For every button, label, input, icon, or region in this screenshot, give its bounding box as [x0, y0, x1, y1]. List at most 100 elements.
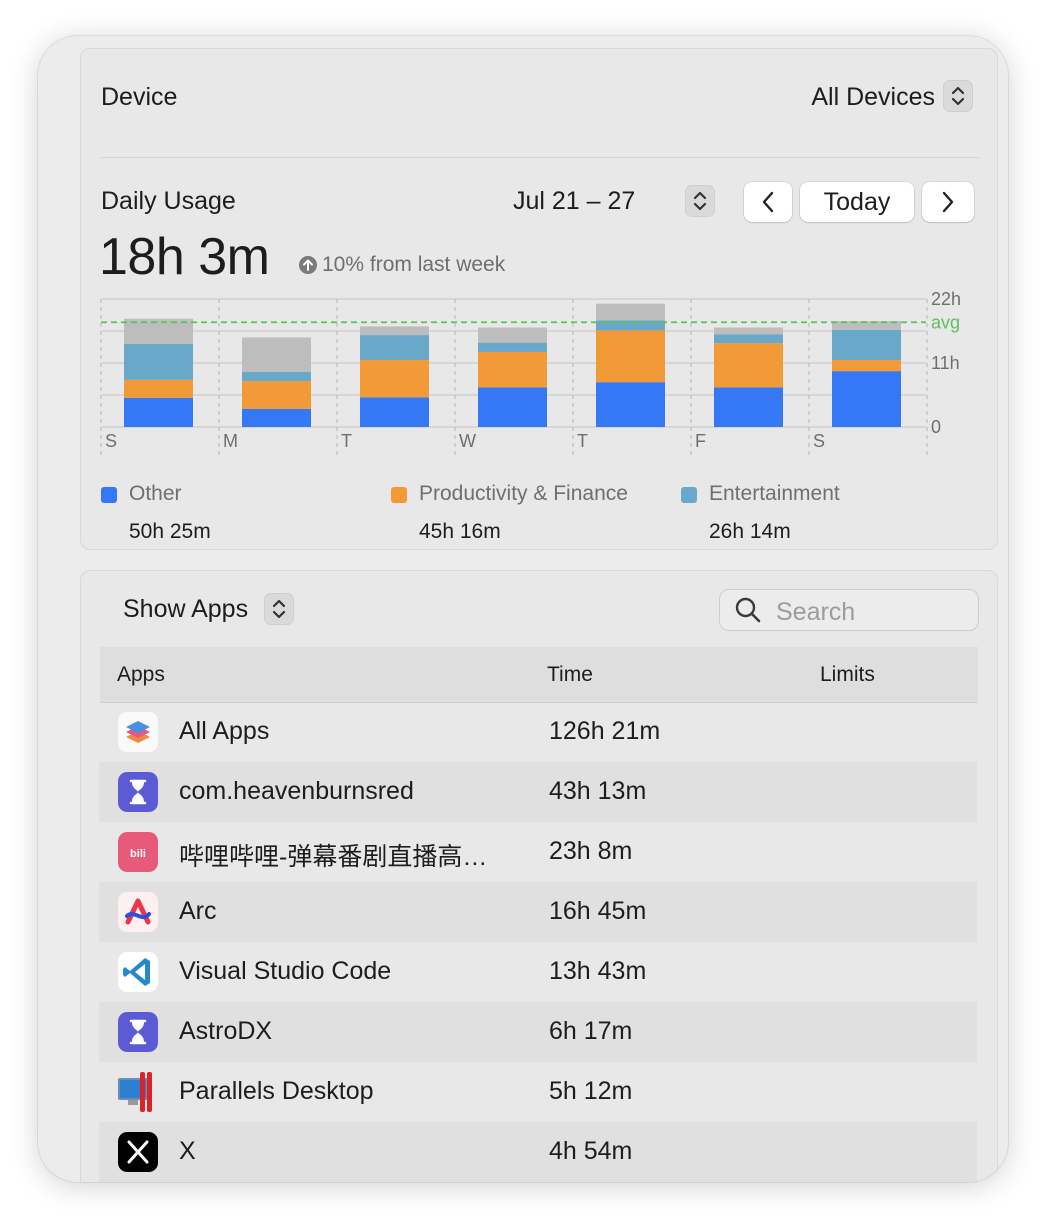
bar-segment [360, 360, 429, 398]
bilibili-icon: bili [118, 832, 158, 872]
bar-segment [478, 351, 547, 388]
table-row[interactable]: X 4h 54m [99, 1122, 977, 1182]
usage-panel: Device All Devices Daily Usage Jul 21 – … [80, 48, 998, 550]
device-divider [101, 157, 979, 158]
app-time: 5h 12m [549, 1077, 633, 1105]
hourglass-icon [118, 1012, 158, 1052]
app-name: Visual Studio Code [179, 957, 392, 985]
legend-label: Productivity & Finance [419, 482, 628, 505]
bar-segment [714, 387, 783, 427]
table-row[interactable]: All Apps 126h 21m [99, 702, 977, 762]
hourglass-icon [118, 772, 158, 812]
device-label: Device [101, 83, 178, 111]
date-range-stepper[interactable] [685, 185, 715, 217]
table-row[interactable]: Visual Studio Code 13h 43m [99, 942, 977, 1002]
bar-segment [714, 334, 783, 344]
x-tick-label: W [459, 431, 476, 451]
date-range-label: Jul 21 – 27 [513, 187, 636, 215]
previous-week-button[interactable] [744, 182, 792, 222]
x-tick-label: S [105, 431, 117, 451]
svg-text:bili: bili [130, 848, 146, 860]
chevron-updown-icon [693, 191, 707, 211]
app-time: 126h 21m [549, 717, 661, 745]
bar-segment [714, 343, 783, 388]
app-name: 哔哩哔哩-弹幕番剧直播高… [179, 843, 488, 871]
device-select-stepper[interactable] [943, 80, 973, 112]
x-tick-label: M [223, 431, 238, 451]
app-time: 16h 45m [549, 897, 647, 925]
table-row[interactable]: Parallels Desktop 5h 12m [99, 1062, 977, 1122]
column-header-apps[interactable]: Apps [117, 663, 165, 687]
chevron-updown-icon [272, 599, 286, 619]
next-week-button[interactable] [922, 182, 974, 222]
app-time: 23h 8m [549, 837, 633, 865]
app-name: Parallels Desktop [179, 1077, 374, 1105]
app-name: Arc [179, 897, 217, 925]
app-name: X [179, 1137, 196, 1165]
app-time: 4h 54m [549, 1137, 633, 1165]
chevron-left-icon [762, 191, 774, 213]
app-name: AstroDX [179, 1017, 273, 1045]
table-row[interactable]: Arc 16h 45m [99, 882, 977, 942]
bar-segment [242, 337, 311, 372]
all-apps-icon [118, 712, 158, 752]
legend-label: Entertainment [709, 482, 840, 505]
app-time: 13h 43m [549, 957, 647, 985]
bar-segment [832, 360, 901, 372]
bar-segment [478, 387, 547, 427]
legend-total: 45h 16m [419, 520, 501, 543]
bar-segment [242, 408, 311, 427]
apps-table-header: Apps Time Limits [100, 647, 978, 702]
table-row[interactable]: com.heavenburnsred 43h 13m [99, 762, 977, 822]
column-header-limits[interactable]: Limits [820, 663, 875, 687]
y-tick-label: 11h [931, 353, 960, 373]
x-tick-label: T [577, 431, 588, 451]
show-apps-stepper[interactable] [264, 593, 294, 625]
arrow-up-circle-icon [299, 256, 317, 274]
search-field[interactable]: Search [719, 589, 979, 631]
bar-segment [360, 326, 429, 336]
chevron-right-icon [942, 191, 954, 213]
app-time: 6h 17m [549, 1017, 633, 1045]
x-tick-label: S [813, 431, 825, 451]
bar-segment [242, 381, 311, 409]
bar-segment [124, 397, 193, 427]
x-tick-label: F [695, 431, 706, 451]
daily-usage-label: Daily Usage [101, 187, 236, 215]
bar-segment [124, 379, 193, 398]
column-header-time[interactable]: Time [547, 663, 593, 687]
bar-segment [478, 327, 547, 343]
y-tick-label: 22h [931, 289, 961, 309]
legend-swatch [101, 487, 117, 503]
bar-segment [478, 342, 547, 352]
today-button[interactable]: Today [800, 182, 914, 222]
legend-swatch [681, 487, 697, 503]
app-name: com.heavenburnsred [179, 777, 414, 805]
total-usage-value: 18h 3m [99, 228, 270, 286]
legend-swatch [391, 487, 407, 503]
legend-total: 26h 14m [709, 520, 791, 543]
average-label: avg [931, 312, 960, 332]
table-row[interactable]: AstroDX 6h 17m [99, 1002, 977, 1062]
bar-segment [832, 329, 901, 361]
arc-icon [118, 892, 158, 932]
change-from-last-week: 10% from last week [322, 253, 506, 276]
legend-label: Other [129, 482, 182, 505]
bar-segment [360, 397, 429, 427]
daily-usage-chart: S M T W T F Savg 22h 11h 0 [100, 289, 961, 459]
app-time: 43h 13m [549, 777, 647, 805]
vscode-icon [118, 952, 158, 992]
x-tick-label: T [341, 431, 352, 451]
bar-segment [596, 303, 665, 321]
table-row[interactable]: bili 哔哩哔哩-弹幕番剧直播高… 23h 8m [99, 822, 977, 882]
show-apps-label[interactable]: Show Apps [123, 595, 248, 624]
legend-total: 50h 25m [129, 520, 211, 543]
bar-segment [832, 371, 901, 427]
app-name: All Apps [179, 717, 270, 745]
screen-time-window: Device All Devices Daily Usage Jul 21 – … [38, 36, 1008, 1182]
bar-segment [360, 335, 429, 361]
device-selected-label[interactable]: All Devices [811, 83, 935, 112]
x-icon [118, 1132, 158, 1172]
bar-segment [242, 371, 311, 382]
search-placeholder: Search [776, 598, 856, 626]
